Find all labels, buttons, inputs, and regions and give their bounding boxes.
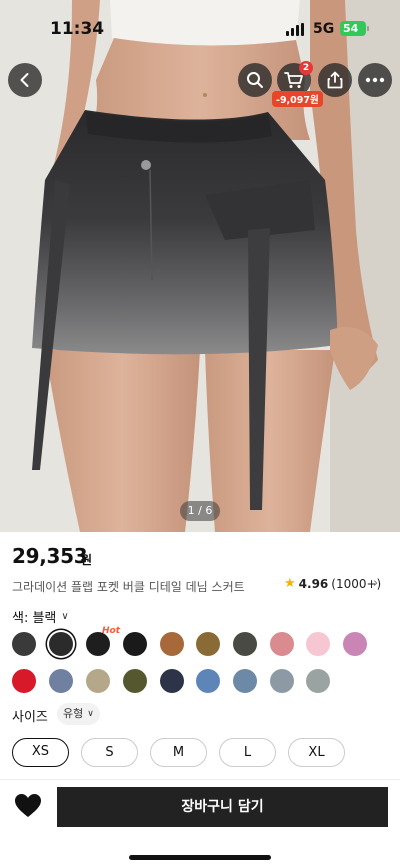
status-time: 11:34 — [50, 19, 105, 39]
signal-icon — [286, 23, 304, 36]
cart-discount-badge: -9,097원 — [272, 91, 323, 107]
gallery-pager: 1 / 6 — [180, 501, 220, 521]
network-type: 5G — [313, 21, 335, 37]
share-button[interactable] — [318, 63, 352, 97]
hot-badge: Hot — [102, 626, 121, 636]
battery-level: 54 — [343, 22, 359, 35]
add-to-cart-button[interactable]: 장바구니 담기 — [57, 787, 388, 827]
status-bar: 11:34 5G 54 — [0, 0, 400, 58]
color-swatch[interactable] — [233, 632, 257, 656]
size-option-xs[interactable]: XS — [12, 738, 69, 767]
more-button[interactable] — [358, 63, 392, 97]
product-rating[interactable]: ★ 4.96 (1000+) — [284, 576, 381, 591]
bottom-action-bar: 장바구니 담기 — [0, 779, 400, 867]
color-swatch[interactable] — [306, 632, 330, 656]
chevron-down-icon: ∨ — [61, 611, 69, 622]
chevron-right-icon[interactable]: › — [373, 576, 378, 591]
color-swatch[interactable] — [270, 632, 294, 656]
star-icon: ★ — [284, 576, 296, 591]
color-swatch[interactable] — [12, 632, 36, 656]
back-button[interactable] — [8, 63, 42, 97]
size-option-l[interactable]: L — [219, 738, 276, 767]
color-swatch[interactable] — [270, 669, 294, 693]
size-option-xl[interactable]: XL — [288, 738, 345, 767]
battery-icon: 54 — [340, 21, 369, 36]
color-selector-label[interactable]: 색: 블랙 ∨ — [12, 607, 69, 626]
product-price: 29,353 — [12, 544, 88, 568]
size-label: 사이즈 — [12, 710, 48, 725]
product-image-gallery[interactable]: 11:34 5G 54 2 -9,097원 1 / 6 — [0, 0, 400, 532]
color-swatch[interactable] — [49, 669, 73, 693]
home-indicator — [129, 855, 271, 860]
rating-value: 4.96 — [298, 576, 329, 591]
color-swatch[interactable] — [123, 632, 147, 656]
size-type-dropdown[interactable]: 유형 ∨ — [57, 703, 100, 725]
color-swatch[interactable] — [343, 632, 367, 656]
share-icon — [327, 71, 343, 89]
size-option-m[interactable]: M — [150, 738, 207, 767]
search-button[interactable] — [238, 63, 272, 97]
color-swatch[interactable] — [123, 669, 147, 693]
wishlist-button[interactable] — [14, 793, 42, 823]
color-swatch[interactable] — [86, 669, 110, 693]
color-swatch[interactable] — [160, 632, 184, 656]
color-swatch[interactable] — [306, 669, 330, 693]
color-swatch[interactable] — [160, 669, 184, 693]
price-unit: 원 — [81, 553, 93, 567]
chevron-left-icon — [20, 73, 29, 87]
heart-icon — [15, 794, 41, 817]
color-swatch[interactable] — [196, 632, 220, 656]
product-title: 그라데이션 플랩 포켓 버클 디테일 데님 스커트 — [12, 580, 245, 594]
size-option-s[interactable]: S — [81, 738, 138, 767]
color-swatch[interactable] — [233, 669, 257, 693]
search-icon — [247, 72, 263, 88]
color-swatch[interactable] — [49, 632, 73, 656]
size-type-value: 유형 — [63, 707, 84, 720]
chevron-down-icon: ∨ — [87, 709, 94, 719]
more-horizontal-icon — [365, 77, 385, 83]
color-swatch[interactable] — [12, 669, 36, 693]
color-label: 색: 블랙 — [12, 611, 57, 626]
color-swatch[interactable] — [196, 669, 220, 693]
cart-count-badge: 2 — [299, 61, 313, 75]
